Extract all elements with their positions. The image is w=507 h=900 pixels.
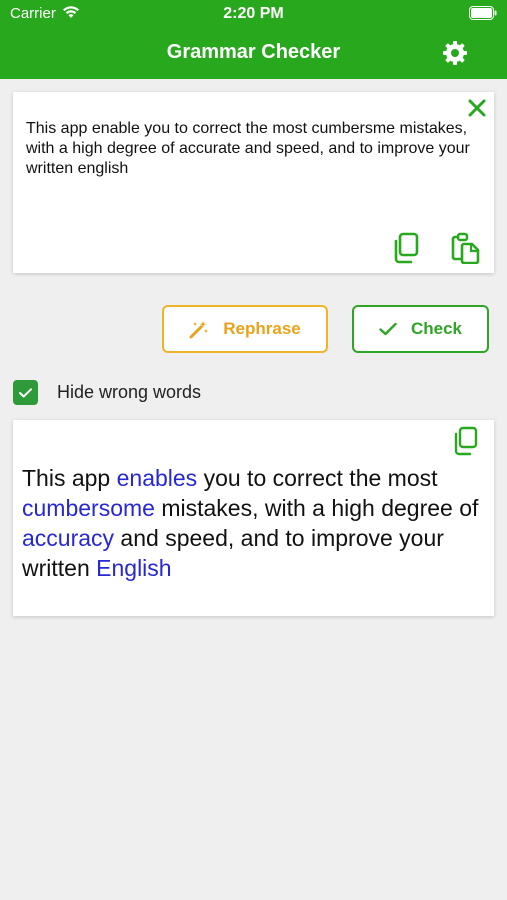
- hide-wrong-words-label: Hide wrong words: [57, 382, 202, 402]
- corrected-text: This app enables you to correct the most…: [22, 463, 482, 583]
- rephrase-label: Rephrase: [223, 319, 301, 338]
- corrected-word[interactable]: cumbersome: [22, 495, 155, 521]
- text-segment: This app: [22, 465, 117, 491]
- page-title: Grammar Checker: [166, 41, 341, 63]
- rephrase-button[interactable]: Rephrase: [162, 305, 328, 353]
- result-card: This app enables you to correct the most…: [13, 420, 494, 616]
- status-bar: Carrier 2:20 PM: [0, 0, 507, 28]
- corrected-word[interactable]: enables: [117, 465, 198, 491]
- status-time: 2:20 PM: [223, 5, 284, 22]
- check-label: Check: [410, 319, 463, 338]
- text-segment: mistakes, with a high degree of: [154, 495, 479, 521]
- input-card: This app enable you to correct the most …: [13, 92, 494, 273]
- checkmark-icon: [19, 387, 32, 397]
- paste-icon[interactable]: [449, 232, 481, 264]
- check-button[interactable]: Check: [352, 305, 489, 353]
- corrected-word[interactable]: English: [96, 555, 171, 581]
- magic-wand-icon: [189, 321, 209, 339]
- corrected-word[interactable]: accuracy: [22, 525, 114, 551]
- text-segment: you to correct the most: [197, 465, 438, 491]
- battery-icon: [469, 6, 497, 20]
- hide-wrong-words-checkbox[interactable]: [13, 380, 38, 405]
- checkmark-icon: [379, 322, 397, 336]
- close-icon[interactable]: [467, 98, 487, 118]
- app-header: Carrier 2:20 PM Grammar Checker: [0, 0, 507, 79]
- copy-icon[interactable]: [390, 232, 422, 264]
- copy-icon[interactable]: [451, 426, 481, 456]
- gear-icon[interactable]: [442, 40, 468, 66]
- input-text-field[interactable]: This app enable you to correct the most …: [26, 119, 496, 179]
